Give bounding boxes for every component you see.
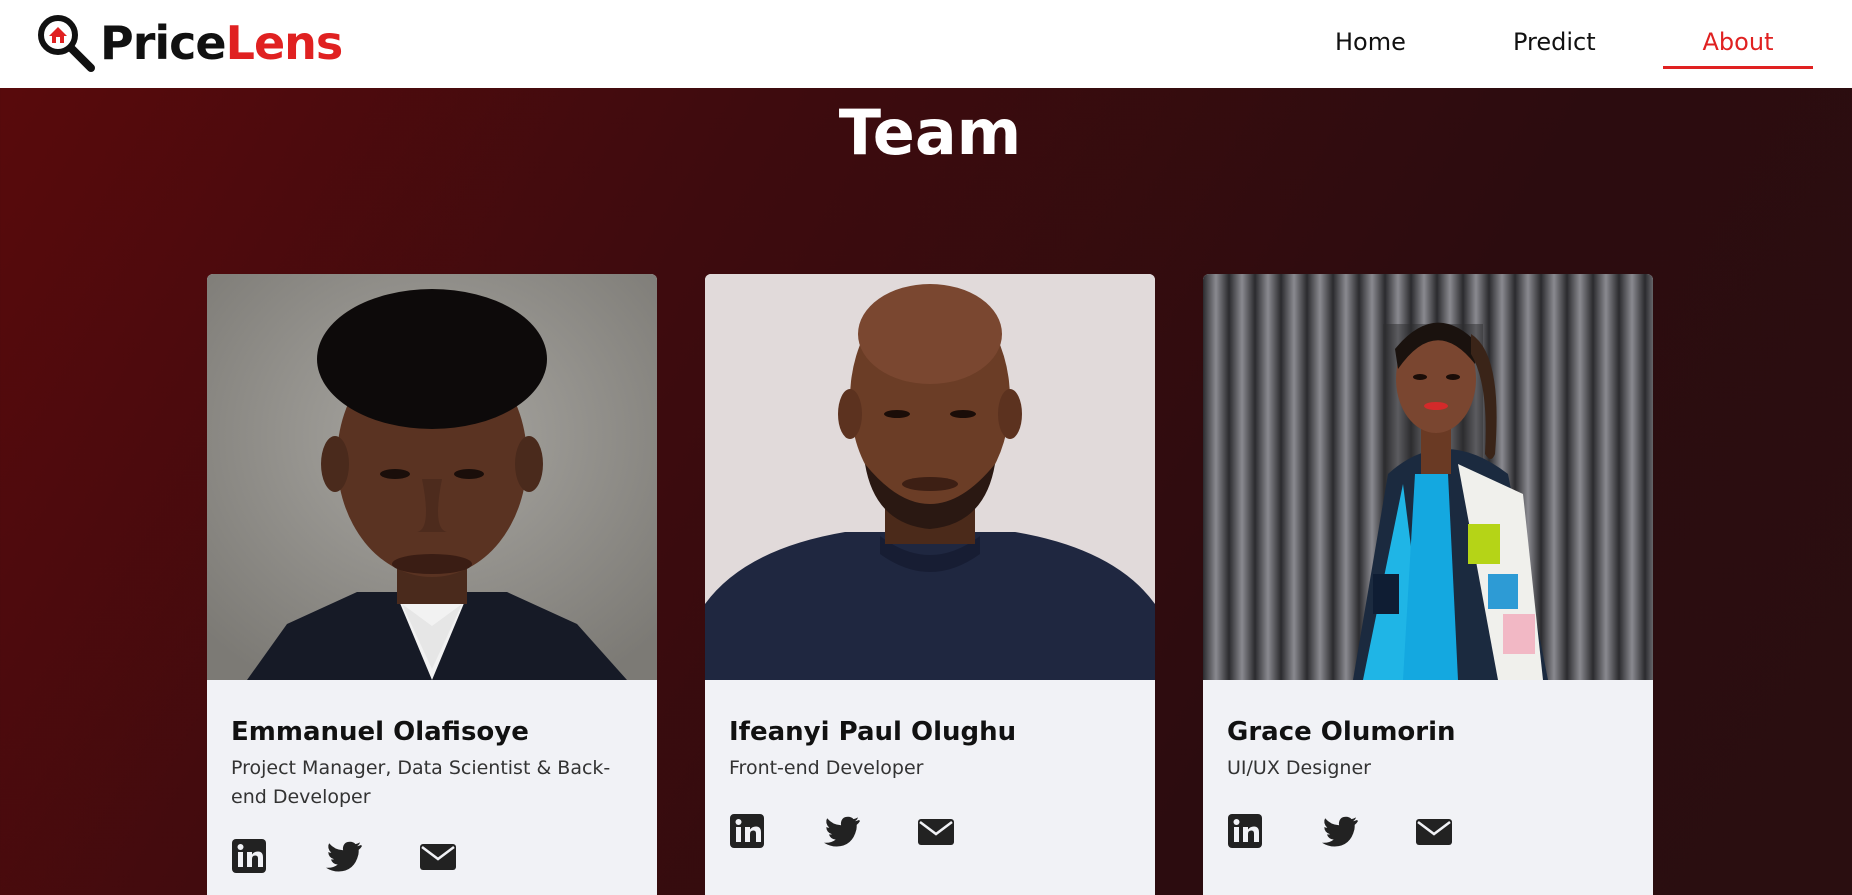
member-role: Front-end Developer <box>729 757 924 779</box>
email-icon[interactable] <box>917 813 955 851</box>
email-icon[interactable] <box>419 838 457 876</box>
magnifier-house-icon <box>38 15 95 72</box>
linkedin-icon[interactable] <box>1227 813 1265 851</box>
member-name: Ifeanyi Paul Olughu <box>729 717 1017 747</box>
member-role: UI/UX Designer <box>1227 757 1371 779</box>
twitter-icon[interactable] <box>325 838 363 876</box>
nav-home-link[interactable]: Home <box>1335 24 1406 60</box>
brand-name: PriceLens <box>100 20 343 66</box>
social-links <box>231 838 633 876</box>
linkedin-icon[interactable] <box>729 813 767 851</box>
portrait-photo <box>207 274 657 680</box>
portrait-photo <box>705 274 1155 680</box>
team-card: Grace Olumorin UI/UX Designer <box>1203 274 1653 895</box>
nav-about-link[interactable]: About <box>1663 24 1813 69</box>
social-links <box>729 813 1131 851</box>
twitter-icon[interactable] <box>1321 813 1359 851</box>
member-name: Grace Olumorin <box>1227 717 1456 747</box>
brand-name-part1: Price <box>100 16 227 70</box>
linkedin-icon[interactable] <box>231 838 269 876</box>
team-card: Emmanuel Olafisoye Project Manager, Data… <box>207 274 657 895</box>
brand-logo[interactable]: PriceLens <box>34 10 343 76</box>
email-icon[interactable] <box>1415 813 1453 851</box>
section-title: Team <box>838 96 1022 169</box>
team-card: Ifeanyi Paul Olughu Front-end Developer <box>705 274 1155 895</box>
portrait-photo <box>1203 274 1653 680</box>
member-role: Project Manager, Data Scientist & Back-e… <box>231 757 611 808</box>
twitter-icon[interactable] <box>823 813 861 851</box>
brand-name-part2: Lens <box>225 16 344 70</box>
social-links <box>1227 813 1629 851</box>
member-name: Emmanuel Olafisoye <box>231 717 529 747</box>
top-navbar: PriceLens Home Predict About <box>0 0 1852 88</box>
nav-predict-link[interactable]: Predict <box>1513 24 1596 60</box>
